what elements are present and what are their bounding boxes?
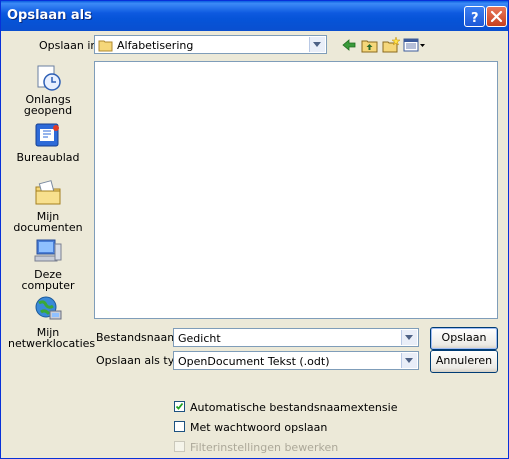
- save-in-label: Opslaan in:: [39, 39, 102, 52]
- place-network-label-2: netwerklocaties: [8, 337, 96, 350]
- title-bar[interactable]: Opslaan als ?: [1, 1, 508, 31]
- close-icon: [490, 10, 503, 23]
- place-network[interactable]: Mijn netwerklocaties: [8, 294, 96, 351]
- password-label: Met wachtwoord opslaan: [190, 421, 328, 434]
- filename-value: Gedicht: [178, 332, 221, 345]
- recent-documents-icon: [33, 63, 63, 93]
- close-button[interactable]: [486, 6, 507, 27]
- filter-settings-checkbox: [174, 441, 185, 452]
- view-menu-icon[interactable]: [402, 36, 426, 54]
- places-bar: Onlangs geopend Bureaublad Mijn document…: [8, 61, 96, 351]
- auto-extension-checkbox[interactable]: [174, 401, 185, 412]
- window-title: Opslaan als: [7, 8, 92, 23]
- filename-label: Bestandsnaam:: [96, 331, 182, 344]
- folder-icon: [98, 40, 113, 52]
- new-folder-icon[interactable]: [381, 36, 401, 54]
- filename-input[interactable]: Gedicht: [173, 328, 419, 347]
- place-desktop-label: Bureaublad: [16, 151, 80, 164]
- cancel-button[interactable]: Annuleren: [430, 350, 498, 373]
- place-my-documents-label: Mijn documenten: [13, 210, 83, 234]
- help-button[interactable]: ?: [464, 6, 485, 27]
- filetype-value: OpenDocument Tekst (.odt): [178, 355, 330, 368]
- network-places-icon: [33, 294, 63, 324]
- password-checkbox[interactable]: [174, 421, 185, 432]
- place-my-documents[interactable]: Mijn documenten: [8, 176, 88, 233]
- my-documents-icon: [33, 178, 63, 208]
- save-in-value: Alfabetisering: [117, 39, 194, 52]
- desktop-icon: [33, 121, 63, 151]
- filetype-chevron-down-icon[interactable]: [401, 353, 417, 368]
- save-as-dialog: Opslaan als ? Opslaan in: Alfabetisering: [0, 0, 509, 459]
- place-my-computer[interactable]: Deze computer: [8, 234, 88, 291]
- filter-settings-label: Filterinstellingen bewerken: [190, 441, 339, 454]
- auto-extension-label: Automatische bestandsnaamextensie: [190, 401, 398, 414]
- filename-dropdown-icon[interactable]: [401, 330, 417, 345]
- save-button[interactable]: Opslaan: [430, 327, 498, 350]
- place-desktop[interactable]: Bureaublad: [8, 121, 88, 171]
- up-folder-icon[interactable]: [360, 36, 380, 54]
- file-list[interactable]: [94, 61, 498, 319]
- save-in-dropdown[interactable]: Alfabetisering: [94, 35, 327, 54]
- chevron-down-icon[interactable]: [309, 37, 325, 52]
- svg-text:?: ?: [471, 11, 479, 26]
- place-recent[interactable]: Onlangs geopend: [8, 61, 88, 121]
- checkmark-icon: [175, 402, 184, 410]
- place-my-computer-label: Deze computer: [21, 268, 75, 292]
- my-computer-icon: [33, 236, 63, 266]
- help-icon: ?: [471, 11, 479, 26]
- filetype-dropdown[interactable]: OpenDocument Tekst (.odt): [173, 351, 419, 370]
- place-recent-label-2: geopend: [23, 104, 73, 117]
- back-icon[interactable]: [339, 36, 359, 54]
